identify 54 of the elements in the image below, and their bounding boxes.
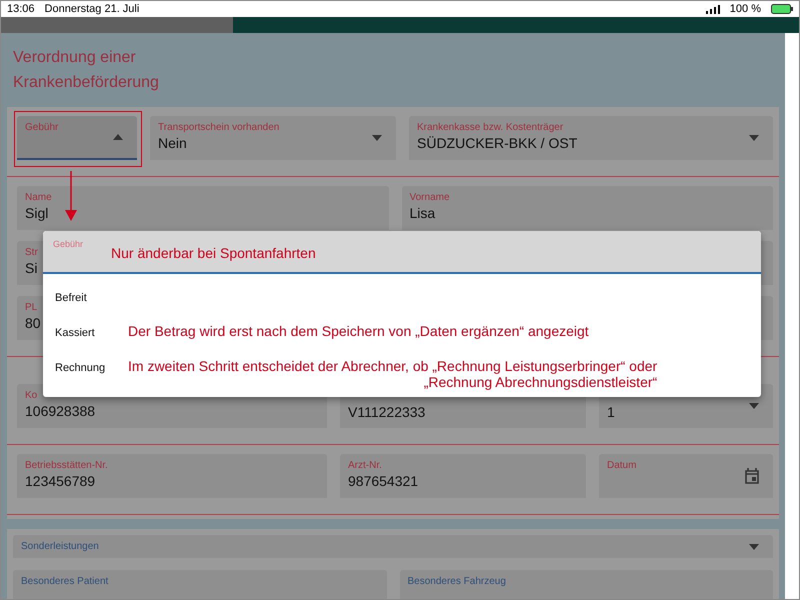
dropdown-field[interactable]: Transportschein vorhanden Nein (150, 116, 396, 160)
option-label: Rechnung (55, 361, 106, 374)
field-value: 1 (607, 404, 615, 420)
calendar-icon (745, 468, 759, 484)
annotation-text: Der Betrag wird erst nach dem Speichern von „Daten ergänzen“ angezeigt (128, 323, 589, 339)
field-label: Besonderes Fahrzeug (408, 576, 506, 587)
annotation-text: Im zweiten Schritt entscheidet der Abrechner, ob „Rechnung Leistungserbringer“ oder (128, 358, 658, 374)
field-value: 987654321 (348, 473, 418, 489)
caret-icon (749, 544, 759, 550)
field-label: Sonderleistungen (21, 541, 99, 552)
field-label: PL (25, 302, 38, 313)
field-label: Vorname (410, 192, 450, 203)
field-label: Transportschein vorhanden (158, 122, 280, 133)
field-label: Name (25, 192, 52, 203)
signal-icon (706, 4, 720, 14)
option-label: Kassiert (55, 326, 96, 339)
field-value: V111222333 (348, 404, 426, 420)
field-label: Datum (607, 460, 636, 471)
field-value: Si (25, 260, 38, 276)
caret-icon (113, 134, 123, 140)
caret-icon (749, 403, 759, 409)
page-title: Verordnung einer Krankenbeförderung (12, 48, 160, 93)
field-value: 123456789 (25, 473, 96, 489)
text-field[interactable]: Name Sigl (17, 186, 388, 230)
field-label: Besonderes Patient (21, 576, 108, 587)
caret-icon (372, 135, 382, 141)
field-value: Sigl (25, 205, 48, 221)
field-label: Gebühr (25, 122, 58, 133)
arrow (65, 171, 77, 221)
clock-time: 13:06 (7, 3, 35, 15)
caret-icon (749, 135, 759, 141)
field-label: Betriebsstätten-Nr. (25, 460, 108, 471)
menu-option[interactable]: Befreit (43, 288, 761, 323)
field-label: Ko (25, 390, 38, 401)
annotation-text: Nur änderbar bei Spontanfahrten (111, 245, 316, 261)
menu-option[interactable]: Rechnung Im zweiten Schritt entscheidet der Abrechner, ob „Rechnung Leistungserbringer“ oder „Rechnung Abrechnungsdienstleister“ (43, 358, 761, 393)
text-field[interactable]: Betriebsstätten-Nr. 123456789 (17, 454, 327, 498)
battery-percent: 100 % (730, 3, 761, 15)
battery-icon (771, 4, 793, 14)
field-value: 106928388 (25, 403, 96, 419)
field-label: Krankenkasse bzw. Kostenträger (417, 122, 564, 133)
field-label: Str (25, 247, 38, 258)
dropdown-field[interactable]: Krankenkasse bzw. Kostenträger SÜDZUCKER-BKK / OST (409, 116, 773, 160)
field-value: SÜDZUCKER-BKK / OST (417, 135, 578, 151)
status-date: Donnerstag 21. Juli (44, 3, 140, 15)
option-label: Befreit (55, 291, 88, 304)
field-value: Nein (158, 135, 187, 151)
field-label: Gebühr (53, 239, 84, 249)
field-value: 80 (25, 315, 41, 331)
text-field[interactable]: Arzt-Nr. 987654321 (340, 454, 586, 498)
text-field[interactable]: Vorname Lisa (402, 186, 773, 230)
menu-option[interactable]: Kassiert Der Betrag wird erst nach dem Speichern von „Daten ergänzen“ angezeigt (43, 323, 761, 358)
field-value: Lisa (410, 205, 436, 221)
field-label: Arzt-Nr. (348, 460, 382, 471)
